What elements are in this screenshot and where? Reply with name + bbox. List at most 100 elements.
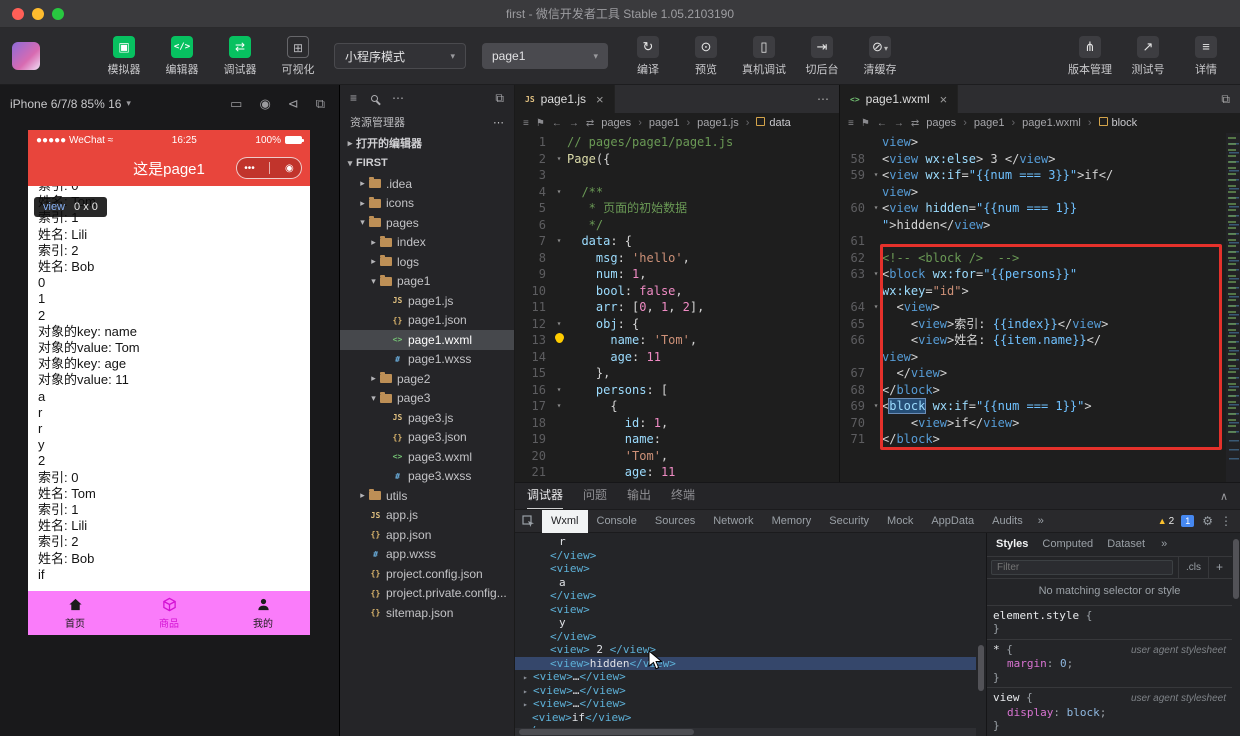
editor-more-icon[interactable]: ⋯ <box>807 85 839 113</box>
wxml-node[interactable]: ▸ <view>…</view> <box>515 684 976 698</box>
styles-scrollbar[interactable] <box>1232 533 1240 736</box>
wxml-node[interactable]: <view>hidden</view> <box>515 656 976 670</box>
cls-toggle-button[interactable]: .cls <box>1177 557 1208 578</box>
wxml-node[interactable]: a <box>515 576 976 590</box>
menu-icon[interactable]: ≡ <box>848 118 854 129</box>
split-editor-icon[interactable]: ⧉ <box>1211 85 1240 113</box>
toolbar-version-control-button[interactable]: ⋔ 版本管理 <box>1068 35 1112 77</box>
more-icon[interactable]: ⋯ <box>392 91 404 105</box>
record-icon[interactable]: ◉ <box>259 96 270 112</box>
code-editor-js[interactable]: 1// pages/page1/page1.js 2 ▾ Page({3 4 ▾ /** 5… <box>515 133 839 482</box>
inspect-element-icon[interactable] <box>515 514 542 528</box>
panel-layout-icon[interactable]: ⧉ <box>495 91 504 106</box>
menu-icon[interactable]: ≡ <box>523 118 529 129</box>
tree-item-page3-wxml[interactable]: <> page3.wxml <box>340 447 514 467</box>
toolbar-switch-background-button[interactable]: ⇥ 切后台 <box>800 35 844 77</box>
tree-item-page1[interactable]: ▾ page1 <box>340 272 514 292</box>
forward-icon[interactable]: → <box>569 118 579 129</box>
code-editor-wxml[interactable]: view> 58 <view wx:else> 3 </view> 59 ▾ <view … <box>840 133 1240 482</box>
tab-page1-js[interactable]: JS page1.js × <box>515 85 615 113</box>
expand-arrow-icon[interactable]: ▸ <box>523 698 533 712</box>
devtools-tab-memory[interactable]: Memory <box>763 510 821 533</box>
toolbar-test-account-button[interactable]: ↗ 测试号 <box>1126 35 1170 77</box>
scrollbar-thumb[interactable] <box>519 729 695 735</box>
tree-item-page1-wxss[interactable]: # page1.wxss <box>340 350 514 370</box>
tree-item-sitemap-json[interactable]: {} sitemap.json <box>340 603 514 623</box>
scrollbar-thumb[interactable] <box>978 644 984 691</box>
styles-tab-styles[interactable]: Styles <box>989 533 1035 556</box>
tree-item-idea[interactable]: ▸ .idea <box>340 174 514 194</box>
scrollbar-thumb[interactable] <box>1233 539 1239 599</box>
tree-item-app-js[interactable]: JS app.js <box>340 506 514 526</box>
more-menu-icon[interactable]: ••• <box>244 163 255 174</box>
devtools-more-icon[interactable]: ⋮ <box>1220 514 1232 528</box>
add-style-button[interactable]: + <box>1207 557 1230 578</box>
tree-item-pages[interactable]: ▾ pages <box>340 213 514 233</box>
tabs-overflow-icon[interactable]: » <box>1032 515 1050 527</box>
breadcrumb-item[interactable]: pages <box>601 117 631 129</box>
breadcrumb-item[interactable]: block <box>1099 117 1138 129</box>
devtools-tab-mock[interactable]: Mock <box>878 510 922 533</box>
tree-item-project-config-json[interactable]: {} project.config.json <box>340 564 514 584</box>
tree-item-logs[interactable]: ▸ logs <box>340 252 514 272</box>
close-tab-icon[interactable]: × <box>940 92 948 107</box>
device-frame-icon[interactable]: ▭ <box>230 96 242 112</box>
tree-item-page1-wxml[interactable]: <> page1.wxml <box>340 330 514 350</box>
gear-icon[interactable]: ⚙ <box>1202 514 1213 528</box>
wxml-node[interactable]: <view> 2 </view> <box>515 643 976 657</box>
mode-select[interactable]: 小程序模式 ▾ <box>334 43 466 69</box>
wxml-node[interactable]: ▸ <view>…</view> <box>515 697 976 711</box>
tabbar-item-goods[interactable]: 商品 <box>122 591 216 635</box>
tree-item-index[interactable]: ▸ index <box>340 233 514 253</box>
css-selector[interactable]: view <box>993 691 1020 704</box>
tree-item-page2[interactable]: ▸ page2 <box>340 369 514 389</box>
mini-program-screen[interactable]: ●●●●● WeChat ≈ 16:25 100% 这是page1 ••• ◉ <box>28 130 310 635</box>
tree-item-page1-json[interactable]: {} page1.json <box>340 311 514 331</box>
css-declaration[interactable]: display: block; <box>993 706 1226 720</box>
breadcrumb-item[interactable]: page1 <box>649 117 680 129</box>
menu-icon[interactable]: ≡ <box>350 91 357 105</box>
toolbar-remote-debug-button[interactable]: ▯ 真机调试 <box>742 35 786 77</box>
panel-tab[interactable]: 输出 <box>627 483 651 509</box>
errors-badge[interactable]: 1 <box>1181 515 1195 527</box>
close-tab-icon[interactable]: × <box>596 92 604 107</box>
avatar[interactable] <box>12 42 40 70</box>
tab-page1-wxml[interactable]: <> page1.wxml × <box>840 85 959 113</box>
bookmark-icon[interactable]: ⚑ <box>861 118 870 129</box>
breadcrumb-item[interactable]: page1 <box>974 117 1005 129</box>
wxml-node[interactable]: y <box>515 616 976 630</box>
wxml-node[interactable]: ▸ <view>…</view> <box>515 670 976 684</box>
tree-item-app-json[interactable]: {} app.json <box>340 525 514 545</box>
page-select[interactable]: page1 ▾ <box>482 43 608 69</box>
css-selector[interactable]: * <box>993 643 1000 656</box>
mute-icon[interactable]: ⊲ <box>288 96 299 112</box>
swap-icon[interactable]: ⇄ <box>586 118 594 129</box>
tree-item-app-wxss[interactable]: # app.wxss <box>340 545 514 565</box>
toolbar-compile-button[interactable]: ↻ 编译 <box>626 35 670 77</box>
devtools-tab-security[interactable]: Security <box>820 510 878 533</box>
tree-item-utils[interactable]: ▸ utils <box>340 486 514 506</box>
toolbar-debugger-button[interactable]: ⇄ 调试器 <box>218 35 262 77</box>
capsule-menu[interactable]: ••• ◉ <box>236 157 302 179</box>
css-declaration[interactable]: margin: 0; <box>993 657 1226 671</box>
back-icon[interactable]: ← <box>877 118 887 129</box>
open-editors-section[interactable]: ▸ 打开的编辑器 <box>340 133 514 153</box>
screenshot-icon[interactable]: ⧉ <box>316 96 325 112</box>
horizontal-scrollbar[interactable] <box>515 728 976 736</box>
toolbar-clear-cache-button[interactable]: ⊘▾ 清缓存 <box>858 35 902 77</box>
breadcrumb-item[interactable]: page1.js <box>697 117 739 129</box>
minimap[interactable] <box>1226 133 1240 482</box>
exit-miniprogram-icon[interactable]: ◉ <box>285 163 294 174</box>
expand-arrow-icon[interactable]: ▸ <box>523 671 533 685</box>
wxml-node[interactable]: r <box>515 535 976 549</box>
tree-item-page3[interactable]: ▾ page3 <box>340 389 514 409</box>
wxml-node[interactable]: <view>if</view> <box>515 711 976 725</box>
expand-arrow-icon[interactable]: ▸ <box>523 685 533 699</box>
tree-item-page1-js[interactable]: JS page1.js <box>340 291 514 311</box>
wxml-node[interactable]: </view> <box>515 630 976 644</box>
panel-tab[interactable]: 问题 <box>583 483 607 509</box>
bookmark-icon[interactable]: ⚑ <box>536 118 545 129</box>
tree-scrollbar[interactable] <box>976 533 986 736</box>
panel-tab[interactable]: 终端 <box>671 483 695 509</box>
project-root[interactable]: ▾ FIRST <box>340 153 514 173</box>
